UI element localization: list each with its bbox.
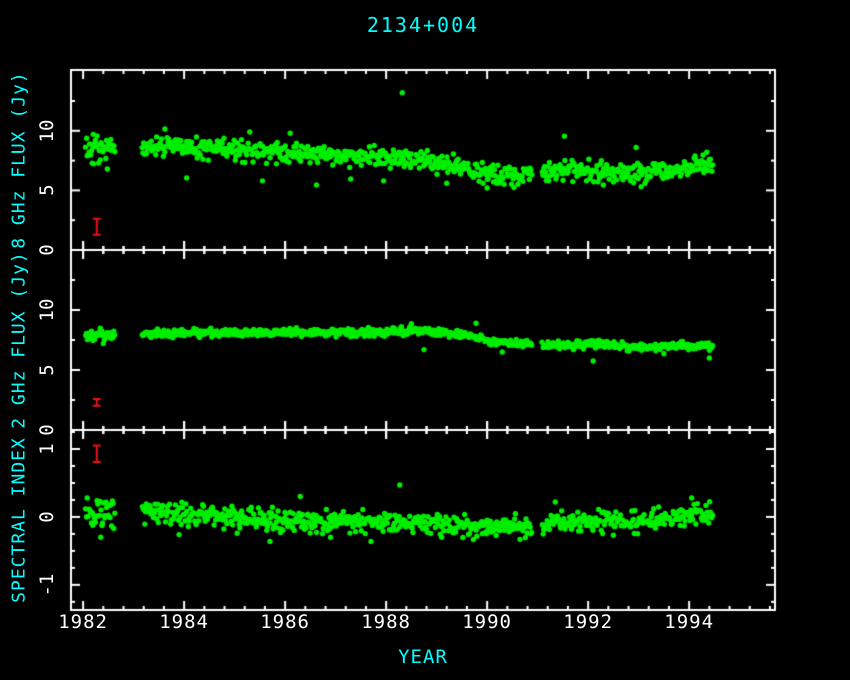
y-tick-label: 1: [36, 443, 58, 454]
figure-title: 2134+004: [367, 13, 479, 37]
y-tick-label: 10: [36, 119, 58, 142]
x-tick-label: 1988: [361, 611, 411, 633]
y-tick-label: 0: [36, 244, 58, 255]
y-axis-label-8ghz-flux: 8 GHz FLUX (Jy): [9, 71, 30, 249]
x-tick-label: 1994: [664, 611, 714, 633]
light-curve-figure: 2134+004 8 GHz FLUX (Jy) 2 GHz FLUX (Jy)…: [0, 0, 850, 680]
x-axis-title: YEAR: [398, 646, 448, 668]
x-tick-label: 1990: [462, 611, 512, 633]
y-tick-label: 10: [36, 299, 58, 322]
plot-canvas: [0, 0, 850, 680]
y-tick-label: 0: [36, 511, 58, 522]
y-axis-label-2ghz-flux: 2 GHz FLUX (Jy): [9, 251, 30, 429]
x-tick-label: 1982: [58, 611, 108, 633]
y-tick-label: 5: [36, 185, 58, 196]
x-tick-label: 1986: [260, 611, 310, 633]
x-tick-label: 1992: [563, 611, 613, 633]
y-tick-label: -1: [36, 573, 58, 596]
y-axis-label-spectral-index: SPECTRAL INDEX: [9, 437, 30, 603]
y-tick-label: 0: [36, 424, 58, 435]
x-tick-label: 1984: [159, 611, 209, 633]
y-tick-label: 5: [36, 364, 58, 375]
